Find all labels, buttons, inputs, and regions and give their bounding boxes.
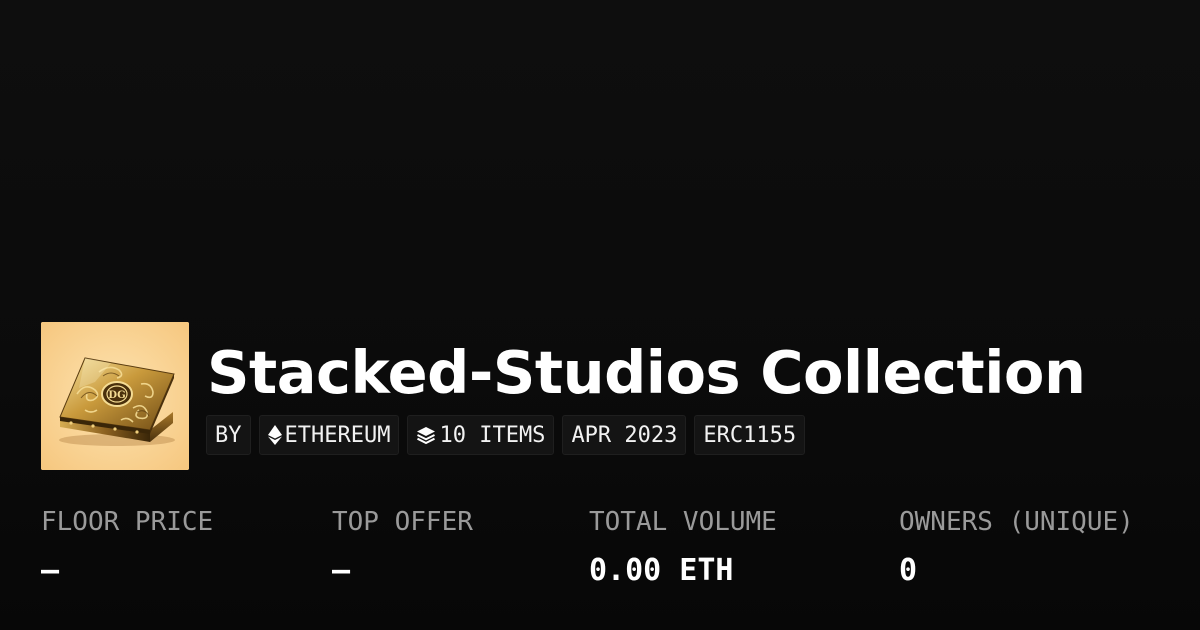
ornate-gold-box-image: DG <box>41 322 189 470</box>
floor-price-stat: FLOOR PRICE – <box>41 505 213 588</box>
layers-icon <box>416 425 436 445</box>
chain-tag[interactable]: ETHEREUM <box>258 415 400 455</box>
created-date-tag: APR 2023 <box>562 415 687 455</box>
svg-text:DG: DG <box>108 390 125 401</box>
creator-tag-label: BY <box>215 422 242 448</box>
total-volume-stat: TOTAL VOLUME 0.00 ETH <box>589 505 777 588</box>
collection-thumbnail: DG <box>41 322 189 470</box>
items-count-label: 10 ITEMS <box>439 422 546 448</box>
token-standard-label: ERC1155 <box>703 422 797 448</box>
collection-share-card: DG Stacked-Studios Collection BY ETHEREU… <box>0 0 1200 630</box>
owners-stat: OWNERS (UNIQUE) 0 <box>899 505 1134 588</box>
owners-value: 0 <box>899 553 918 588</box>
floor-price-label: FLOOR PRICE <box>41 507 214 537</box>
chain-tag-label: ETHEREUM <box>284 422 391 448</box>
top-offer-stat: TOP OFFER – <box>332 505 473 588</box>
owners-label: OWNERS (UNIQUE) <box>899 507 1134 537</box>
floor-price-value: – <box>41 553 60 588</box>
total-volume-label: TOTAL VOLUME <box>589 507 777 537</box>
token-standard-tag: ERC1155 <box>694 415 806 455</box>
creator-tag[interactable]: BY <box>206 415 251 455</box>
ethereum-icon <box>267 425 282 445</box>
created-date-label: APR 2023 <box>571 422 678 448</box>
collection-tags: BY ETHEREUM 10 ITEMS APR 2023 ERC1155 <box>206 415 806 455</box>
collection-title: Stacked-Studios Collection <box>207 338 1086 407</box>
top-offer-value: – <box>332 553 351 588</box>
total-volume-value: 0.00 ETH <box>589 553 734 588</box>
items-count-tag[interactable]: 10 ITEMS <box>407 415 555 455</box>
top-offer-label: TOP OFFER <box>332 507 473 537</box>
